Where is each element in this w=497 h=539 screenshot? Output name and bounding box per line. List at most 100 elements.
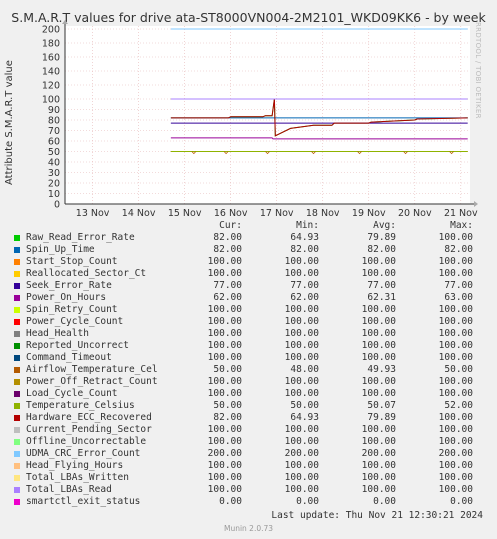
legend-max: 100.00 (438, 484, 473, 495)
x-tick-label: 14 Nov (122, 208, 156, 219)
legend-max: 100.00 (438, 472, 473, 483)
legend-cur: 62.00 (213, 292, 242, 303)
y-tick-label: 80 (48, 116, 60, 127)
legend-swatch (14, 235, 20, 241)
legend-max: 200.00 (438, 448, 473, 459)
col-cur: Cur: (219, 220, 242, 231)
legend-label: Spin_Retry_Count (26, 304, 118, 315)
y-tick-label: 20 (48, 179, 60, 190)
x-tick-label: 19 Nov (352, 208, 386, 219)
legend-swatch (14, 247, 20, 253)
y-tick-label: 50 (48, 147, 60, 158)
legend-swatch (14, 331, 20, 337)
legend-row: Start_Stop_Count 100.00 100.00 100.00 100.00 (12, 256, 487, 268)
legend-label: Head_Flying_Hours (26, 460, 124, 471)
legend-row: Head_Flying_Hours 100.00 100.00 100.00 100.0… (12, 460, 487, 472)
legend-row: Power_On_Hours 62.00 62.00 62.31 63.00 (12, 292, 487, 304)
legend-min: 100.00 (284, 304, 319, 315)
plot-background (65, 26, 470, 204)
x-tick-label: 20 Nov (398, 208, 432, 219)
legend-avg: 82.00 (367, 244, 396, 255)
y-tick-label: 0 (54, 200, 60, 211)
legend-label: Load_Cycle_Count (26, 388, 118, 399)
col-max: Max: (450, 220, 473, 231)
legend-swatch (14, 367, 20, 373)
y-tick-label: 10 (48, 189, 60, 200)
y-tick-label: 200 (42, 25, 60, 36)
legend-label: Total_LBAs_Written (26, 472, 129, 483)
legend-swatch (14, 379, 20, 385)
legend-swatch (14, 439, 20, 445)
legend-max: 0.00 (450, 496, 473, 507)
legend-cur: 100.00 (207, 316, 242, 327)
y-axis-arrow (62, 20, 68, 24)
legend-row: Raw_Read_Error_Rate 82.00 64.93 79.89 100.00 (12, 232, 487, 244)
legend-avg: 77.00 (367, 280, 396, 291)
legend-max: 100.00 (438, 316, 473, 327)
legend-min: 100.00 (284, 256, 319, 267)
legend-row: Reported_Uncorrect 100.00 100.00 100.00 100.… (12, 340, 487, 352)
legend-header: Cur: Min: Avg: Max: (12, 220, 487, 232)
legend-avg: 79.89 (367, 412, 396, 423)
legend-label: Raw_Read_Error_Rate (26, 232, 135, 243)
legend-row: Power_Off_Retract_Count 100.00 100.00 100.0… (12, 376, 487, 388)
legend-swatch (14, 319, 20, 325)
x-axis-arrow (474, 201, 478, 207)
legend-min: 100.00 (284, 460, 319, 471)
legend-label: Reported_Uncorrect (26, 340, 129, 351)
legend-row: Command_Timeout 100.00 100.00 100.00 100.00 (12, 352, 487, 364)
legend-swatch (14, 307, 20, 313)
legend-label: Hardware_ECC_Recovered (26, 412, 152, 423)
legend-avg: 100.00 (361, 484, 396, 495)
legend-label: smartctl_exit_status (26, 496, 141, 507)
x-tick-label: 15 Nov (168, 208, 202, 219)
legend-label: Reallocated_Sector_Ct (26, 268, 147, 279)
legend-min: 50.00 (290, 400, 319, 411)
plot-area: 0102030405060708090100 120 140 160 180 200 13… (42, 20, 478, 219)
legend-min: 100.00 (284, 316, 319, 327)
legend-row: Spin_Up_Time 82.00 82.00 82.00 82.00 (12, 244, 487, 256)
legend-max: 100.00 (438, 388, 473, 399)
legend-avg: 62.31 (367, 292, 396, 303)
y-tick-label: 140 (42, 67, 60, 78)
col-avg: Avg: (373, 220, 396, 231)
legend-min: 100.00 (284, 268, 319, 279)
legend-label: Start_Stop_Count (26, 256, 118, 267)
legend-avg: 49.93 (367, 364, 396, 375)
x-tick-label: 17 Nov (260, 208, 294, 219)
legend-label: Spin_Up_Time (26, 244, 95, 255)
legend-max: 100.00 (438, 304, 473, 315)
legend-max: 100.00 (438, 352, 473, 363)
legend-swatch (14, 343, 20, 349)
legend-min: 100.00 (284, 328, 319, 339)
legend-min: 62.00 (290, 292, 319, 303)
legend-swatch (14, 355, 20, 361)
legend-cur: 100.00 (207, 376, 242, 387)
legend-table: Cur: Min: Avg: Max: Raw_Read_Error_Rate 8… (12, 220, 487, 508)
legend-swatch (14, 463, 20, 469)
legend-row: Head_Health 100.00 100.00 100.00 100.00 (12, 328, 487, 340)
legend-min: 0.00 (296, 496, 319, 507)
legend-cur: 82.00 (213, 232, 242, 243)
legend-swatch (14, 499, 20, 505)
legend-avg: 0.00 (373, 496, 396, 507)
legend-label: Airflow_Temperature_Cel (26, 364, 158, 375)
legend-label: Offline_Uncorrectable (26, 436, 147, 447)
legend-cur: 50.00 (213, 364, 242, 375)
col-min: Min: (296, 220, 319, 231)
y-tick-label: 40 (48, 158, 60, 169)
legend-label: Current_Pending_Sector (26, 424, 152, 435)
legend-avg: 100.00 (361, 340, 396, 351)
legend-cur: 100.00 (207, 256, 242, 267)
legend-cur: 100.00 (207, 424, 242, 435)
legend-max: 100.00 (438, 256, 473, 267)
legend-swatch (14, 487, 20, 493)
legend-cur: 100.00 (207, 340, 242, 351)
legend-max: 52.00 (444, 400, 473, 411)
legend-label: Command_Timeout (26, 352, 112, 363)
legend-cur: 82.00 (213, 412, 242, 423)
legend-swatch (14, 283, 20, 289)
legend-row: Load_Cycle_Count 100.00 100.00 100.00 100.00 (12, 388, 487, 400)
legend-cur: 200.00 (207, 448, 242, 459)
legend-row: Hardware_ECC_Recovered 82.00 64.93 79.89 100… (12, 412, 487, 424)
